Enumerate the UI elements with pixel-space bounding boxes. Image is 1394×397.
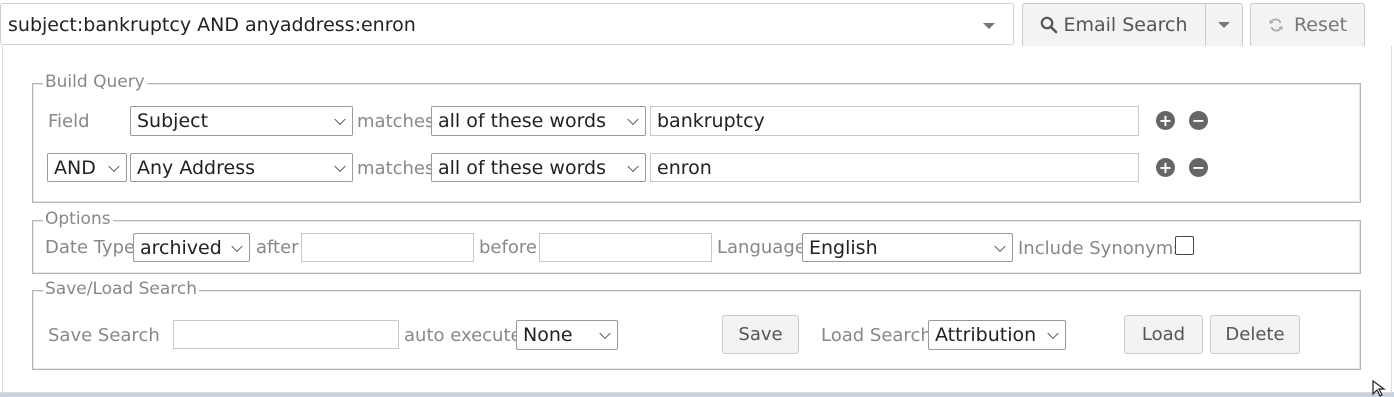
row2-operator-select[interactable]: AND [47, 153, 127, 182]
load-search-value: Attribution [935, 324, 1037, 346]
before-label: before [479, 237, 537, 258]
load-button-label: Load [1141, 324, 1186, 345]
row1-field-value: Subject [137, 110, 209, 132]
auto-execute-select[interactable]: None [516, 320, 618, 350]
email-search-label: Email Search [1063, 14, 1188, 36]
row1-add-condition-icon[interactable]: + [1156, 111, 1175, 130]
row2-match-mode-select[interactable]: all of these words [431, 153, 646, 182]
chevron-down-icon [231, 240, 243, 252]
search-query-text: subject:bankruptcy AND anyaddress:enron [8, 14, 416, 36]
chevron-down-icon [994, 240, 1006, 252]
search-query-combobox[interactable]: subject:bankruptcy AND anyaddress:enron [0, 3, 1014, 45]
row2-add-condition-icon[interactable]: + [1156, 158, 1175, 177]
language-select[interactable]: English [802, 233, 1013, 262]
row2-operator-value: AND [54, 156, 96, 179]
save-search-label: Save Search [48, 325, 160, 346]
row1-field-select[interactable]: Subject [130, 106, 353, 136]
save-load-legend: Save/Load Search [43, 279, 200, 299]
reset-label: Reset [1293, 14, 1348, 36]
row2-field-value: Any Address [137, 156, 255, 179]
auto-execute-label: auto execute [404, 325, 522, 346]
row1-match-mode-select[interactable]: all of these words [431, 106, 646, 136]
row1-remove-condition-icon[interactable]: − [1189, 111, 1208, 130]
row2-matches-label: matches [357, 158, 435, 179]
row2-value-input[interactable]: enron [650, 153, 1139, 182]
load-search-select[interactable]: Attribution [928, 320, 1066, 350]
after-date-input[interactable] [301, 233, 474, 262]
load-button[interactable]: Load [1124, 315, 1203, 354]
resize-grip-icon[interactable] [1370, 380, 1392, 397]
date-type-value: archived [140, 236, 222, 259]
options-legend: Options [43, 209, 113, 229]
chevron-down-icon [1047, 327, 1059, 340]
row2-remove-condition-icon[interactable]: − [1189, 158, 1208, 177]
save-button[interactable]: Save [722, 315, 799, 354]
date-type-select[interactable]: archived [133, 233, 250, 262]
build-query-fieldset: Build Query [32, 72, 1361, 203]
include-synonyms-checkbox[interactable] [1175, 236, 1194, 255]
delete-button[interactable]: Delete [1210, 315, 1300, 354]
email-search-dropdown-button[interactable] [1205, 3, 1243, 47]
chevron-down-icon [627, 160, 639, 172]
row1-match-mode-value: all of these words [438, 110, 607, 132]
email-search-button[interactable]: Email Search [1022, 3, 1206, 47]
chevron-down-icon [334, 113, 346, 126]
search-icon [1041, 16, 1058, 34]
field-label: Field [48, 111, 90, 132]
row1-value-text: bankruptcy [657, 110, 765, 132]
row2-field-select[interactable]: Any Address [130, 153, 353, 182]
language-label: Language [717, 237, 806, 258]
row1-value-input[interactable]: bankruptcy [650, 106, 1139, 136]
auto-execute-value: None [523, 324, 573, 346]
load-search-label: Load Search [821, 325, 932, 346]
after-label: after [256, 237, 299, 258]
query-dropdown-caret-icon[interactable] [983, 23, 995, 29]
chevron-down-icon [1218, 22, 1230, 28]
language-value: English [809, 236, 878, 259]
reset-button[interactable]: Reset [1250, 3, 1365, 47]
include-synonyms-label: Include Synonyms [1018, 238, 1183, 259]
delete-button-label: Delete [1225, 324, 1285, 345]
row2-value-text: enron [657, 156, 712, 179]
build-query-legend: Build Query [43, 72, 147, 92]
chevron-down-icon [627, 113, 639, 126]
date-type-label: Date Type [45, 237, 136, 258]
row1-matches-label: matches [357, 111, 435, 132]
chevron-down-icon [599, 327, 611, 340]
before-date-input[interactable] [539, 233, 712, 262]
refresh-icon [1269, 18, 1283, 32]
chevron-down-icon [108, 160, 120, 172]
save-button-label: Save [738, 324, 783, 345]
row2-match-mode-value: all of these words [438, 156, 607, 179]
save-search-input[interactable] [173, 320, 399, 349]
chevron-down-icon [334, 160, 346, 172]
